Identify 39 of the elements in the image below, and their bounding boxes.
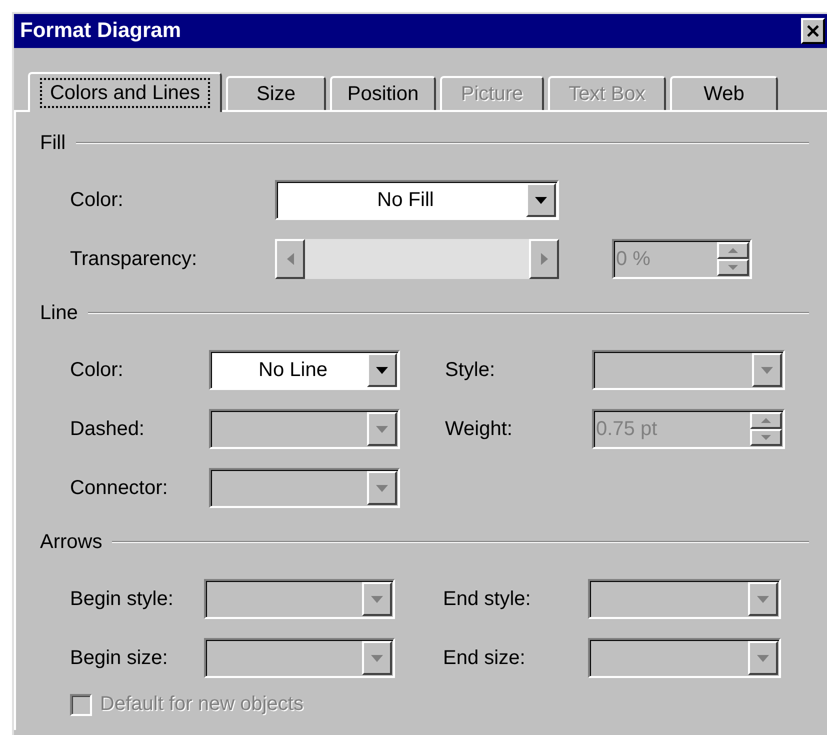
field-label: Color: — [70, 358, 124, 382]
field-label: Color: — [70, 188, 124, 212]
caret-icon — [371, 654, 383, 662]
field-label: Dashed: — [70, 418, 146, 440]
up-arrow-icon — [728, 248, 738, 253]
down-arrow-icon — [761, 435, 771, 440]
tab[interactable]: Colors and Lines — [28, 72, 222, 112]
field-label: Style: — [445, 358, 496, 382]
checkbox-label: Default for new objects — [100, 693, 304, 716]
close-button[interactable] — [801, 18, 825, 44]
field-label: Weight: — [445, 418, 514, 440]
left-arrow-icon — [286, 253, 294, 265]
caret-icon — [376, 366, 388, 374]
field-label: Begin size: — [70, 646, 169, 670]
caret-icon — [761, 366, 773, 374]
tab[interactable]: Size — [226, 76, 326, 110]
caret-icon — [757, 654, 769, 662]
caret-icon — [757, 596, 769, 602]
field-label: Connector: — [70, 476, 169, 500]
field-label: End size: — [443, 646, 526, 670]
dropdown[interactable]: No Line — [209, 350, 400, 390]
tab[interactable]: Position — [330, 76, 436, 110]
down-arrow-icon — [728, 265, 738, 270]
section-heading: Fill — [40, 132, 66, 154]
up-arrow-icon — [761, 418, 771, 423]
caret-icon — [376, 426, 388, 432]
close-icon — [806, 25, 820, 37]
field-label: Begin style: — [70, 588, 174, 610]
field-label: Transparency: — [70, 248, 198, 270]
section-heading: Line — [40, 302, 78, 324]
window-title: Format Diagram — [20, 19, 182, 43]
caret-icon — [376, 484, 388, 492]
right-arrow-icon — [540, 253, 548, 265]
caret-icon — [535, 196, 547, 204]
dropdown[interactable]: No Fill — [275, 180, 559, 220]
caret-icon — [371, 596, 383, 602]
field-label: End style: — [443, 588, 532, 610]
tab[interactable]: Web — [670, 76, 778, 110]
section-heading: Arrows — [40, 530, 102, 554]
